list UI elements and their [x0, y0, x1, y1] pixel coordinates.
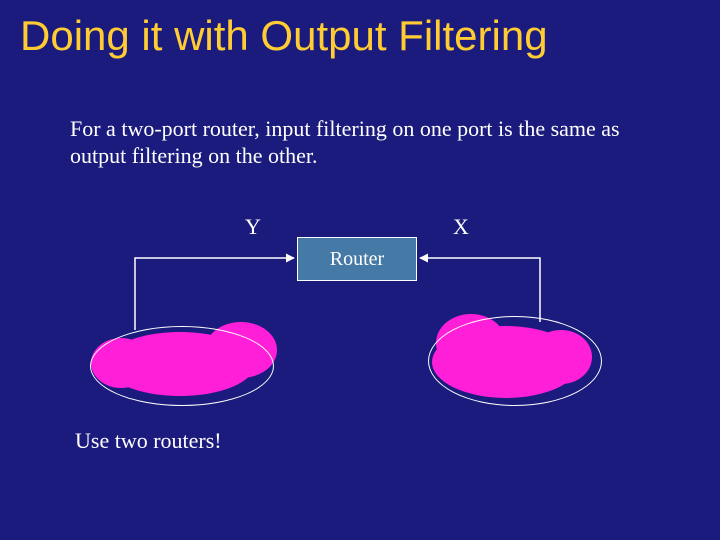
- footnote: Use two routers!: [75, 428, 222, 454]
- port-label-x: X: [453, 214, 469, 240]
- body-paragraph: For a two-port router, input filtering o…: [70, 116, 670, 170]
- network-cloud-right: [432, 326, 580, 398]
- port-label-y: Y: [245, 214, 261, 240]
- slide-title: Doing it with Output Filtering: [20, 12, 548, 60]
- slide: Doing it with Output Filtering For a two…: [0, 0, 720, 540]
- router-box: Router: [297, 237, 417, 281]
- router-label: Router: [330, 248, 384, 271]
- network-cloud-left: [105, 332, 255, 396]
